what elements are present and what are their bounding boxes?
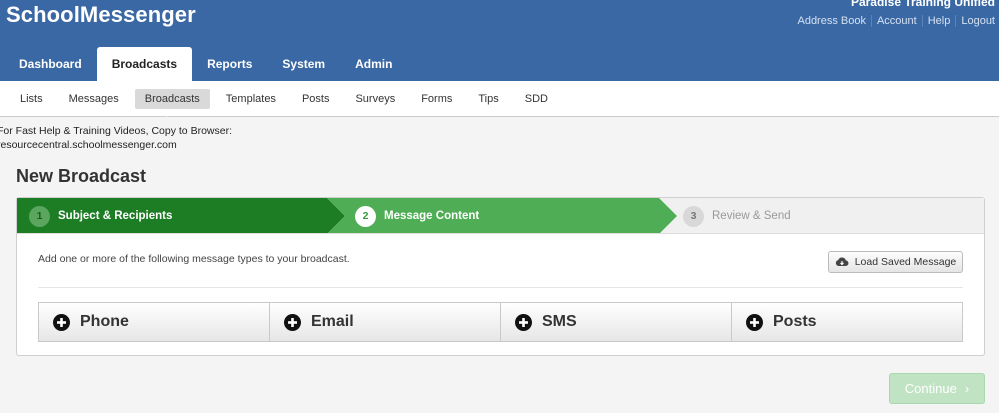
plus-circle-icon — [515, 313, 532, 331]
address-book-link[interactable]: Address Book — [792, 15, 870, 27]
wizard-steps: 1 Subject & Recipients 2 Message Content… — [17, 198, 984, 234]
logout-link[interactable]: Logout — [955, 15, 995, 27]
subnav-pointer — [162, 116, 172, 122]
continue-label: Continue — [904, 381, 957, 396]
subnav-posts[interactable]: Posts — [292, 89, 340, 109]
step-number: 1 — [29, 205, 50, 227]
step-number: 3 — [683, 205, 704, 227]
tab-reports[interactable]: Reports — [192, 47, 267, 81]
subnav-templates[interactable]: Templates — [216, 89, 286, 109]
load-saved-message-button[interactable]: Load Saved Message — [828, 251, 963, 273]
organization-name: Paradise Training Unified — [850, 0, 995, 9]
chevron-right-icon: › — [964, 381, 970, 396]
step-message-content[interactable]: 2 Message Content — [327, 198, 677, 233]
plus-circle-icon — [284, 313, 301, 331]
subnav-tips[interactable]: Tips — [468, 89, 508, 109]
tab-broadcasts[interactable]: Broadcasts — [96, 47, 193, 81]
step-number: 2 — [355, 205, 376, 227]
tab-system[interactable]: System — [267, 47, 340, 81]
subnav-sdd[interactable]: SDD — [515, 89, 558, 109]
add-email-button[interactable]: Email — [270, 303, 501, 341]
subnav-messages[interactable]: Messages — [59, 89, 129, 109]
message-type-label: Phone — [80, 313, 129, 330]
app-header: SchoolMessenger Paradise Training Unifie… — [0, 0, 999, 81]
help-text: For Fast Help & Training Videos, Copy to… — [0, 125, 232, 137]
plus-circle-icon — [746, 313, 763, 331]
help-link[interactable]: Help — [921, 15, 956, 27]
broadcast-wizard-panel: 1 Subject & Recipients 2 Message Content… — [16, 197, 985, 356]
sub-nav: Lists Messages Broadcasts Templates Post… — [0, 81, 999, 117]
step-label: Subject & Recipients — [58, 210, 173, 222]
app-logo[interactable]: SchoolMessenger — [6, 2, 196, 28]
tab-admin[interactable]: Admin — [340, 47, 407, 81]
step-label: Review & Send — [712, 210, 791, 222]
account-link[interactable]: Account — [870, 15, 922, 27]
tab-dashboard[interactable]: Dashboard — [4, 47, 97, 81]
message-type-label: Email — [311, 313, 354, 330]
plus-circle-icon — [53, 313, 70, 331]
add-phone-button[interactable]: Phone — [39, 303, 270, 341]
main-nav-tabs: Dashboard Broadcasts Reports System Admi… — [4, 47, 407, 81]
help-url: resourcecentral.schoolmessenger.com — [0, 139, 177, 151]
step-subject-recipients[interactable]: 1 Subject & Recipients — [17, 198, 345, 233]
continue-button[interactable]: Continue › — [889, 373, 985, 404]
step-review-send: 3 Review & Send — [683, 198, 983, 233]
subnav-broadcasts[interactable]: Broadcasts — [134, 89, 210, 109]
subnav-lists[interactable]: Lists — [10, 89, 53, 109]
message-type-label: Posts — [773, 313, 817, 330]
step-label: Message Content — [384, 210, 480, 222]
message-type-options: Phone Email SMS Posts — [38, 302, 963, 342]
cloud-download-icon — [835, 256, 849, 266]
instruction-text: Add one or more of the following message… — [38, 253, 350, 265]
add-posts-button[interactable]: Posts — [732, 303, 962, 341]
add-sms-button[interactable]: SMS — [501, 303, 732, 341]
message-type-label: SMS — [542, 313, 577, 330]
subnav-forms[interactable]: Forms — [411, 89, 462, 109]
page-title: New Broadcast — [16, 166, 147, 186]
subnav-surveys[interactable]: Surveys — [345, 89, 405, 109]
load-saved-message-label: Load Saved Message — [854, 256, 957, 268]
utility-links: Address Book Account Help Logout — [792, 15, 995, 27]
divider — [38, 287, 963, 288]
